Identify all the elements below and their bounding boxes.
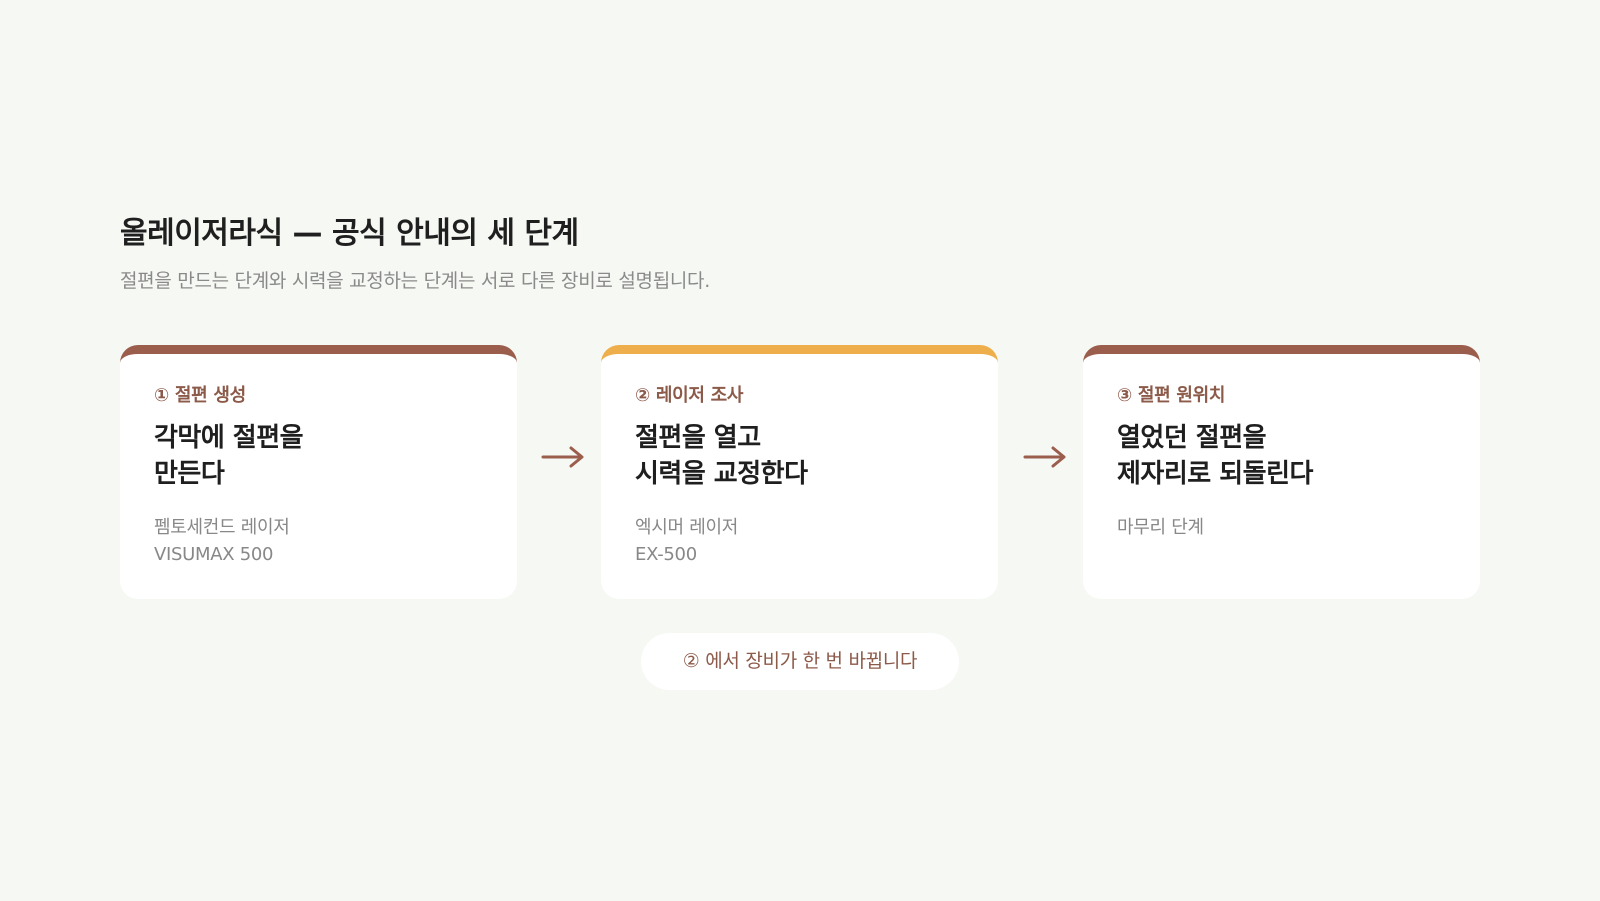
steps-flow: ① 절편 생성 각막에 절편을 만든다 펨토세컨드 레이저 VISUMAX 50…: [120, 345, 1480, 599]
arrow-right-icon: [541, 446, 584, 468]
step-title: 절편을 열고 시력을 교정한다: [635, 423, 808, 489]
step-description: 엑시머 레이저 EX-500: [635, 517, 738, 565]
page-title: 올레이저라식 — 공식 안내의 세 단계: [120, 216, 579, 251]
step-label: ① 절편 생성: [154, 385, 246, 406]
step-description: 마무리 단계: [1117, 517, 1204, 538]
equipment-change-note: ② 에서 장비가 한 번 바뀝니다: [641, 633, 959, 690]
step-card-laser-ablation: ② 레이저 조사 절편을 열고 시력을 교정한다 엑시머 레이저 EX-500: [601, 345, 998, 599]
step-label: ② 레이저 조사: [635, 385, 744, 406]
step-description: 펨토세컨드 레이저 VISUMAX 500: [154, 517, 290, 565]
arrow-right-icon: [1023, 446, 1066, 468]
step-card-flap-reposition: ③ 절편 원위치 열었던 절편을 제자리로 되돌린다 마무리 단계: [1083, 345, 1480, 599]
step-title: 열었던 절편을 제자리로 되돌린다: [1117, 423, 1313, 489]
step-card-flap-creation: ① 절편 생성 각막에 절편을 만든다 펨토세컨드 레이저 VISUMAX 50…: [120, 345, 517, 599]
page-header: 올레이저라식 — 공식 안내의 세 단계 절편을 만드는 단계와 시력을 교정하…: [120, 214, 1480, 294]
step-label: ③ 절편 원위치: [1117, 385, 1226, 406]
page-subtitle: 절편을 만드는 단계와 시력을 교정하는 단계는 서로 다른 장비로 설명됩니다…: [120, 270, 710, 292]
step-title: 각막에 절편을 만든다: [154, 423, 304, 489]
